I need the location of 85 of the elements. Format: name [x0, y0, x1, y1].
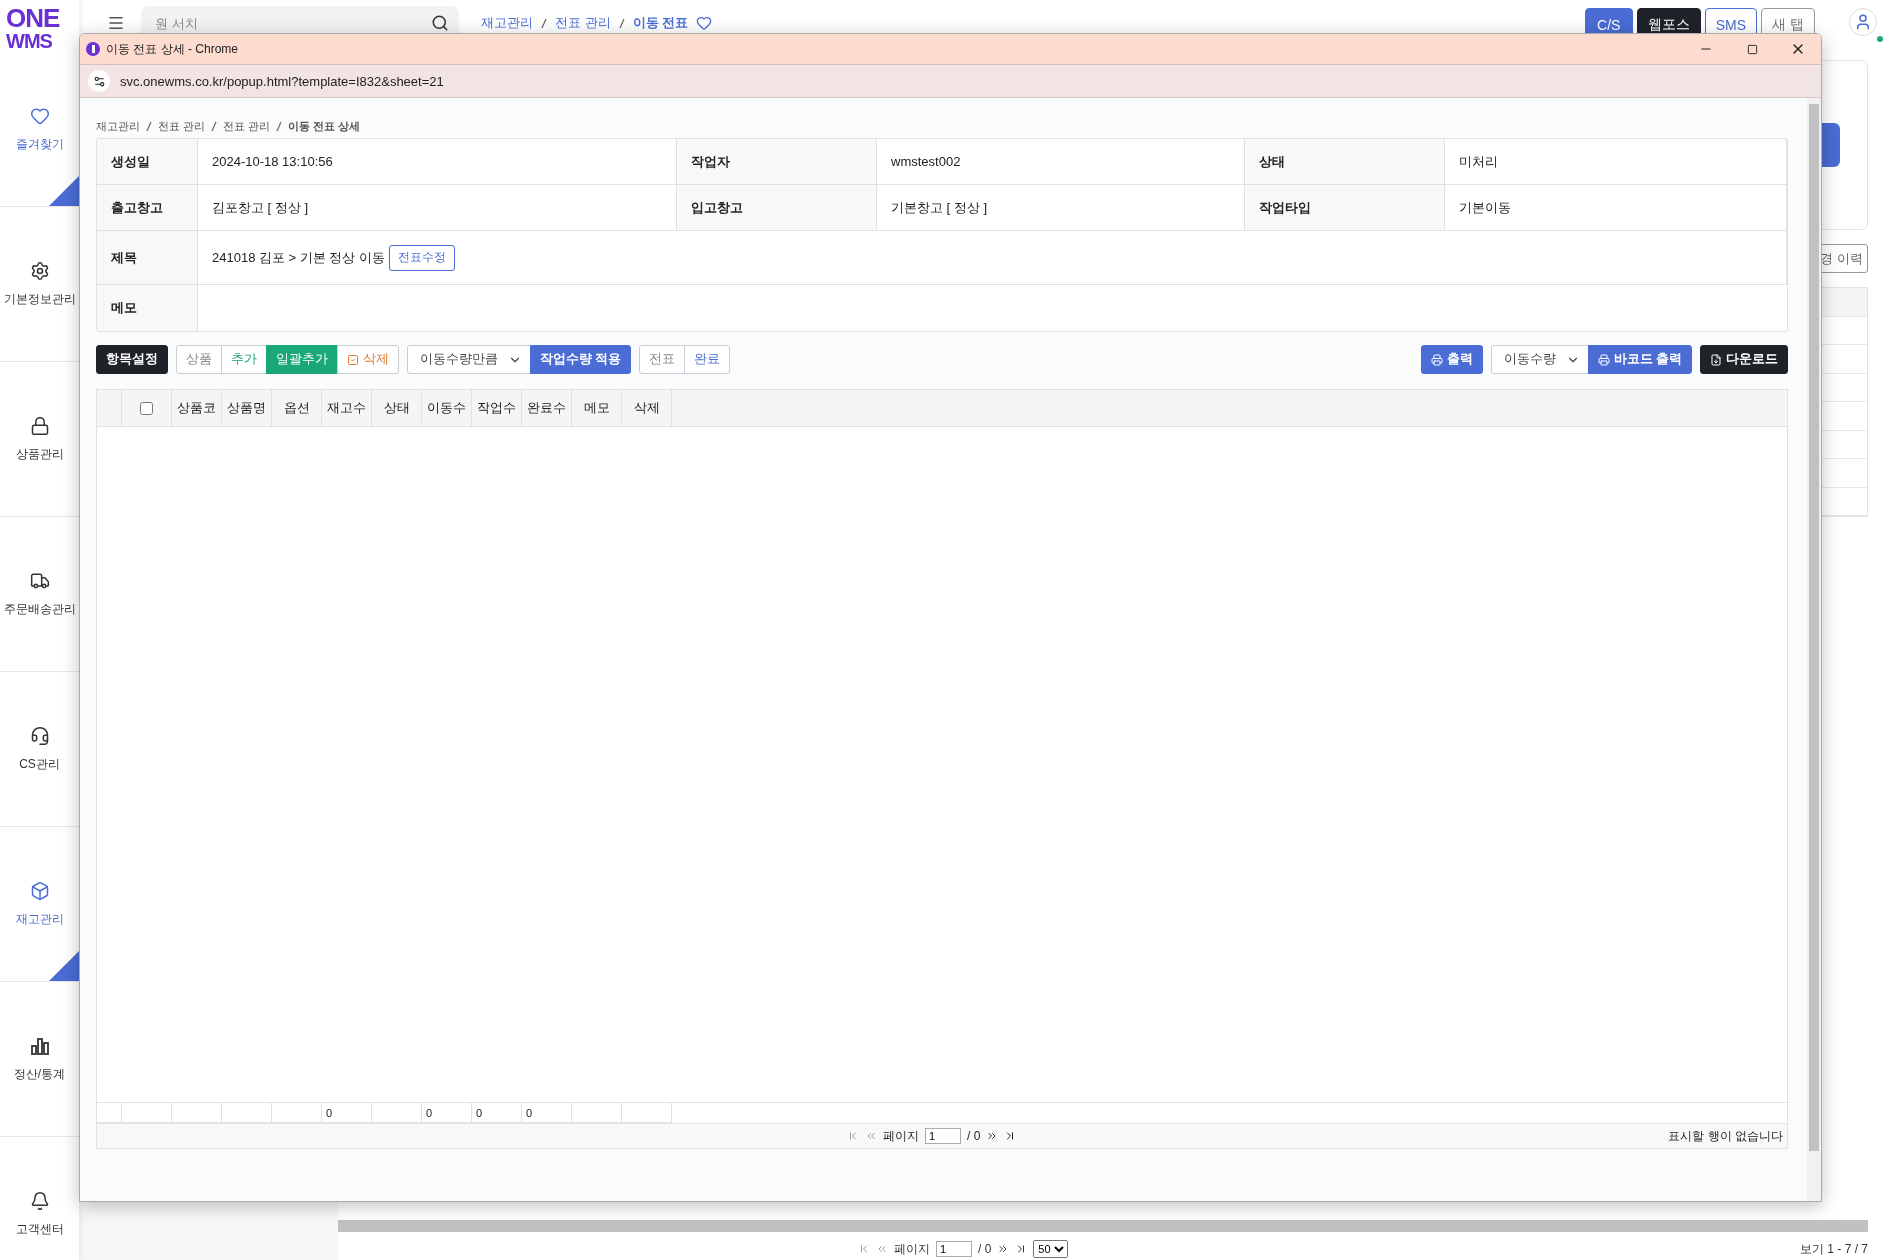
maximize-icon	[1746, 43, 1758, 55]
page-label: 페이지	[883, 1127, 919, 1145]
field-value: 2024-10-18 13:10:56	[198, 139, 677, 185]
dropdown[interactable]: 이동수량	[1490, 345, 1589, 374]
first-page-icon[interactable]	[847, 1130, 859, 1142]
toolbar-button[interactable]: 바코드 출력	[1587, 345, 1692, 374]
column-header[interactable]: 상품명	[222, 390, 272, 426]
edit-button[interactable]: 전표수정	[389, 244, 456, 271]
user-icon	[1854, 13, 1872, 31]
breadcrumb-link[interactable]: 전표 관리	[223, 118, 271, 134]
column-header[interactable]: 삭제	[622, 390, 672, 426]
scrollbar[interactable]	[338, 1220, 1868, 1232]
field-label: 생성일	[97, 139, 198, 185]
search-icon[interactable]	[431, 14, 449, 32]
bell-icon	[29, 1190, 50, 1211]
field-label: 입고창고	[677, 185, 877, 231]
toolbar-button[interactable]: 완료	[684, 345, 731, 374]
heart-icon[interactable]	[696, 15, 713, 31]
printer-icon	[1597, 353, 1610, 366]
page-input[interactable]: 1	[936, 1241, 972, 1257]
window-title: 이동 전표 상세 - Chrome	[106, 40, 238, 58]
cube-icon	[29, 880, 50, 901]
empty-message: 표시할 행이 없습니다	[1668, 1127, 1783, 1145]
dropdown[interactable]: 이동수량만큼	[407, 345, 531, 374]
toolbar-button[interactable]: 상품	[176, 345, 222, 374]
field-value: 기본창고 [ 정상 ]	[877, 185, 1245, 231]
slash-icon	[276, 120, 283, 132]
lock-icon	[29, 415, 50, 436]
first-page-icon[interactable]	[858, 1243, 870, 1255]
toolbar-button[interactable]: 다운로드	[1700, 345, 1788, 374]
checkbox-icon	[347, 353, 359, 366]
toolbar-button[interactable]: 전표	[639, 345, 686, 374]
slash-icon	[146, 120, 152, 132]
page-input[interactable]: 1	[925, 1128, 961, 1144]
gear-icon	[29, 260, 50, 281]
breadcrumb-link[interactable]: 이동 전표 상세	[288, 118, 361, 134]
previous-page-icon[interactable]	[876, 1243, 888, 1255]
site-settings-icon[interactable]	[88, 70, 110, 92]
toolbar-button[interactable]: 항목설정	[96, 345, 168, 374]
page-label: 페이지	[894, 1240, 930, 1258]
headset-icon	[29, 725, 50, 746]
menu-icon[interactable]	[107, 14, 125, 32]
toolbar-button[interactable]: 작업수량 적용	[530, 345, 632, 374]
slash-icon	[541, 17, 547, 29]
field-label: 제목	[97, 231, 198, 285]
breadcrumb-link[interactable]: 전표 관리	[158, 118, 206, 134]
field-value: 241018 김포 > 기본 정상 이동 전표수정	[198, 231, 1787, 285]
select-all-checkbox[interactable]	[140, 401, 153, 415]
field-value: 미처리	[1445, 139, 1787, 185]
slash-icon	[618, 17, 625, 29]
column-header[interactable]: 상품코	[172, 390, 222, 426]
column-header[interactable]: 이동수	[422, 390, 472, 426]
slash-icon	[211, 120, 218, 132]
breadcrumb-link[interactable]: 전표 관리	[555, 14, 611, 32]
page-size-select[interactable]: 50	[1033, 1240, 1069, 1258]
page-total: / 0	[978, 1242, 992, 1256]
column-header[interactable]: 옵션	[272, 390, 322, 426]
app-icon	[86, 42, 100, 56]
field-value: wmstest002	[877, 139, 1245, 185]
record-summary: 보기 1 - 7 / 7	[1799, 1240, 1868, 1258]
field-label: 상태	[1245, 139, 1445, 185]
toolbar-button[interactable]: 출력	[1420, 345, 1483, 374]
column-header[interactable]: 작업수	[472, 390, 522, 426]
field-value: 기본이동	[1445, 185, 1787, 231]
field-label: 작업타입	[1245, 185, 1445, 231]
page-total: / 0	[967, 1129, 981, 1143]
scrollbar[interactable]	[1807, 98, 1821, 1201]
field-label: 작업자	[677, 139, 877, 185]
breadcrumb-link[interactable]: 재고관리	[481, 14, 533, 32]
printer-icon	[1430, 353, 1443, 366]
column-header[interactable]: 메모	[572, 390, 622, 426]
field-label: 메모	[97, 285, 198, 331]
field-value: 김포창고 [ 정상 ]	[198, 185, 677, 231]
column-header[interactable]: 완료수	[522, 390, 572, 426]
file-icon	[1710, 353, 1722, 366]
column-header[interactable]: 재고수	[322, 390, 372, 426]
logo: ONE WMS	[5, 2, 61, 52]
breadcrumb-link[interactable]: 재고관리	[96, 118, 140, 134]
url-text: svc.onewms.co.kr/popup.html?template=I832&sheet=21	[120, 73, 444, 89]
field-label: 출고창고	[97, 185, 198, 231]
heart-icon	[29, 105, 50, 126]
bar-chart-icon	[29, 1035, 50, 1056]
previous-page-icon[interactable]	[865, 1130, 877, 1142]
column-header[interactable]: 상태	[372, 390, 422, 426]
breadcrumb-link[interactable]: 이동 전표	[632, 14, 689, 32]
